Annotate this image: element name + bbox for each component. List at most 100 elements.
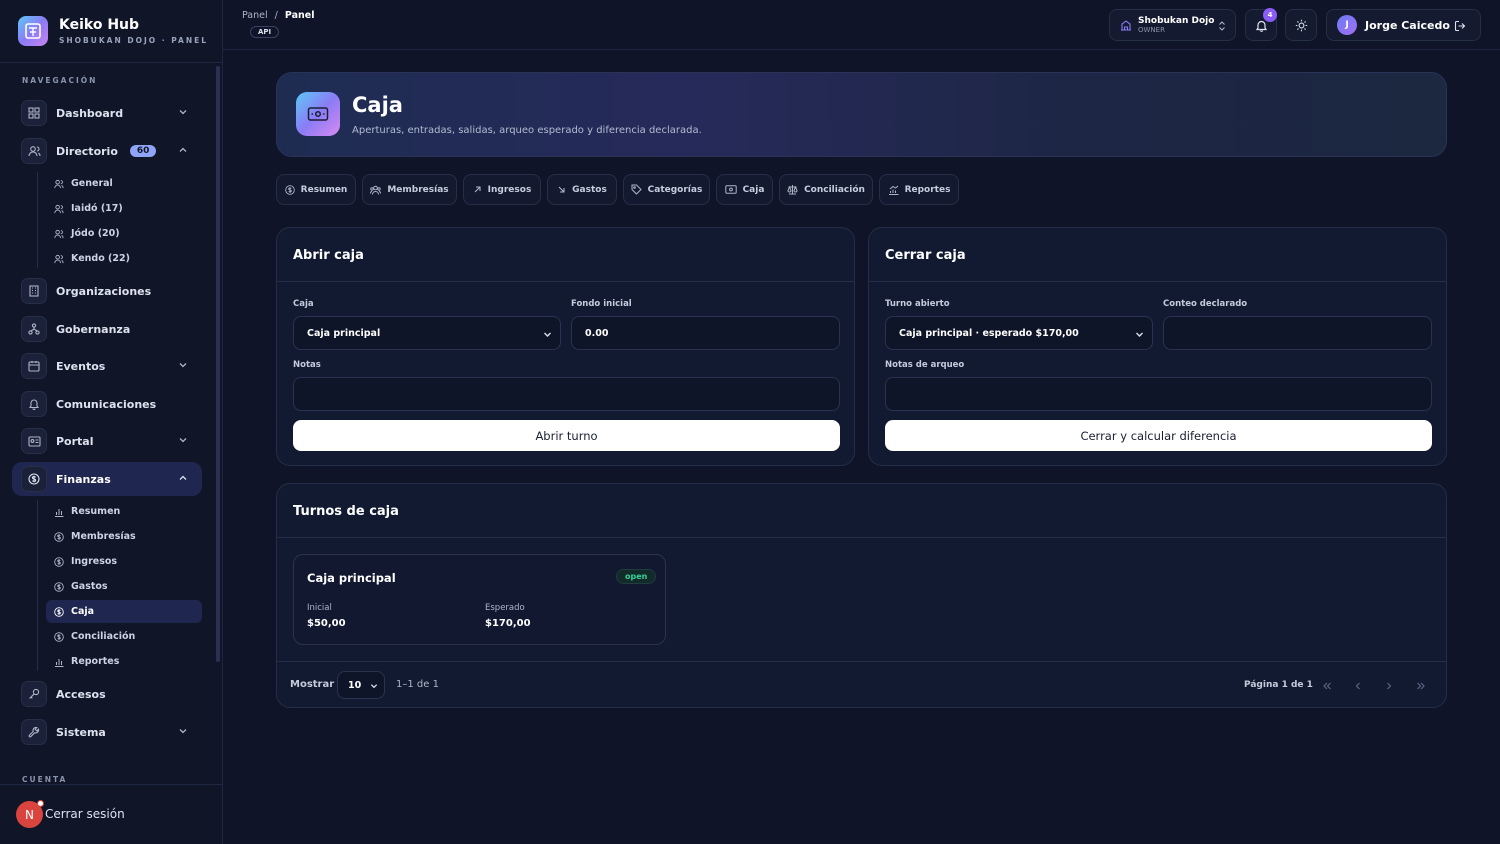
cash-register-icon <box>296 92 340 136</box>
sidebar-item-label: Comunicaciones <box>56 397 157 411</box>
sidebar-item-label: Accesos <box>56 687 106 701</box>
logout-icon[interactable] <box>1454 20 1466 32</box>
sidebar-item-label: Portal <box>56 434 94 448</box>
close-and-calculate-button[interactable]: Cerrar y calcular diferencia <box>885 420 1432 451</box>
sidebar-subitem-gastos[interactable]: Gastos <box>46 575 202 598</box>
organization-name: Shobukan Dojo <box>1138 16 1215 26</box>
tag-icon <box>631 184 642 195</box>
sidebar-subitem-kendo[interactable]: Kendo (22) <box>46 247 202 270</box>
breadcrumb-root[interactable]: Panel <box>242 10 268 21</box>
theme-toggle-button[interactable] <box>1285 9 1317 41</box>
breadcrumb-separator: / <box>274 10 278 21</box>
arrow-up-right-icon <box>474 186 481 193</box>
sidebar-item-comunicaciones[interactable]: Comunicaciones <box>12 387 202 421</box>
user-menu-button[interactable]: J Jorge Caicedo <box>1326 9 1481 41</box>
sidebar-subitem-label: Membresías <box>71 531 136 542</box>
sidebar-scrollbar[interactable] <box>216 66 220 662</box>
building-icon <box>1121 20 1131 31</box>
last-page-button[interactable] <box>1409 674 1433 698</box>
app-title: Keiko Hub <box>59 17 140 33</box>
field-label: Fondo inicial <box>571 299 632 309</box>
sidebar-item-sistema[interactable]: Sistema <box>12 715 202 749</box>
trend-chart-icon <box>888 185 899 195</box>
chevron-down-icon <box>544 332 551 337</box>
page-size-select[interactable]: 10 <box>337 671 385 699</box>
chevron-down-icon <box>1136 332 1143 337</box>
initial-fund-input[interactable]: 0.00 <box>571 316 840 350</box>
sidebar-item-organizaciones[interactable]: Organizaciones <box>12 274 202 308</box>
count-notes-input[interactable] <box>885 377 1432 411</box>
range-text: 1–1 de 1 <box>396 679 439 690</box>
tab-ingresos[interactable]: Ingresos <box>463 174 541 205</box>
sidebar-subitem-reportes[interactable]: Reportes <box>46 650 202 673</box>
users-icon <box>370 185 382 195</box>
account-section-label: CUENTA <box>22 775 68 784</box>
logout-button[interactable]: Cerrar sesión <box>45 807 125 821</box>
tab-gastos[interactable]: Gastos <box>547 174 617 205</box>
caja-select[interactable]: Caja principal <box>293 316 561 350</box>
sidebar-subitem-resumen[interactable]: Resumen <box>46 500 202 523</box>
next-page-button[interactable] <box>1377 674 1401 698</box>
nav-section-label: NAVEGACIÓN <box>22 76 98 85</box>
brand[interactable]: Keiko Hub SHOBUKAN DOJO · PANEL <box>18 16 208 46</box>
tab-conciliacion[interactable]: Conciliación <box>779 174 873 205</box>
tab-resumen[interactable]: Resumen <box>276 174 356 205</box>
card-divider <box>277 281 854 282</box>
expected-value: $170,00 <box>485 618 531 629</box>
sidebar-item-dashboard[interactable]: Dashboard <box>12 96 202 130</box>
dollar-icon <box>21 466 47 492</box>
tab-membresias[interactable]: Membresías <box>362 174 457 205</box>
organization-selector[interactable]: Shobukan Dojo OWNER <box>1109 9 1236 41</box>
sidebar-subitem-label: Reportes <box>71 656 120 667</box>
sidebar-item-eventos[interactable]: Eventos <box>12 349 202 383</box>
card-title: Cerrar caja <box>885 248 966 263</box>
chevron-down-icon <box>179 438 187 443</box>
tab-categorias[interactable]: Categorías <box>623 174 710 205</box>
notes-input[interactable] <box>293 377 840 411</box>
tab-caja[interactable]: Caja <box>716 174 773 205</box>
shift-name: Caja principal <box>307 571 396 585</box>
dollar-icon <box>54 606 64 617</box>
open-shift-select[interactable]: Caja principal · esperado $170,00 <box>885 316 1153 350</box>
sidebar-subitem-label: General <box>71 178 113 189</box>
open-shift-button[interactable]: Abrir turno <box>293 420 840 451</box>
declared-count-input[interactable] <box>1163 316 1432 350</box>
card-divider <box>277 537 1446 538</box>
sidebar-item-label: Finanzas <box>56 472 111 486</box>
shifts-card: Turnos de caja Caja principal open Inici… <box>276 483 1447 708</box>
sidebar-item-accesos[interactable]: Accesos <box>12 677 202 711</box>
sidebar-subitem-general[interactable]: General <box>46 172 202 195</box>
tab-label: Conciliación <box>804 184 865 195</box>
status-dot <box>37 800 44 807</box>
sidebar-subitem-conciliacion[interactable]: Conciliación <box>46 625 202 648</box>
sidebar-subitem-iaido[interactable]: Iaidó (17) <box>46 197 202 220</box>
chevron-updown-icon <box>1219 21 1225 31</box>
app-logo-icon <box>18 16 48 46</box>
grid-icon <box>21 100 47 126</box>
card-divider <box>277 661 1446 662</box>
tab-label: Caja <box>742 184 765 195</box>
sidebar-bottom-divider <box>0 784 222 785</box>
first-page-button[interactable] <box>1315 674 1339 698</box>
id-card-icon <box>21 428 47 454</box>
field-label: Turno abierto <box>885 299 950 309</box>
sidebar-subitem-ingresos[interactable]: Ingresos <box>46 550 202 573</box>
sidebar-item-directorio[interactable]: Directorio 60 <box>12 134 202 168</box>
dollar-icon <box>284 184 295 195</box>
previous-page-button[interactable] <box>1346 674 1370 698</box>
chevron-right-icon <box>1387 682 1392 690</box>
shift-card[interactable]: Caja principal open Inicial $50,00 Esper… <box>293 554 666 645</box>
sidebar-subitem-membresias[interactable]: Membresías <box>46 525 202 548</box>
sidebar-item-gobernanza[interactable]: Gobernanza <box>12 312 202 346</box>
calendar-icon <box>21 353 47 379</box>
sidebar-item-portal[interactable]: Portal <box>12 424 202 458</box>
sidebar-subitem-caja[interactable]: Caja <box>46 600 202 623</box>
tab-reportes[interactable]: Reportes <box>879 174 959 205</box>
chevrons-right-icon <box>1417 682 1425 690</box>
breadcrumb-current: Panel <box>284 10 315 21</box>
sidebar-item-finanzas[interactable]: Finanzas <box>12 462 202 496</box>
bar-chart-icon <box>54 507 64 517</box>
sidebar-subitem-jodo[interactable]: Jódo (20) <box>46 222 202 245</box>
select-value: Caja principal <box>307 327 381 339</box>
submenu-line <box>37 500 38 671</box>
